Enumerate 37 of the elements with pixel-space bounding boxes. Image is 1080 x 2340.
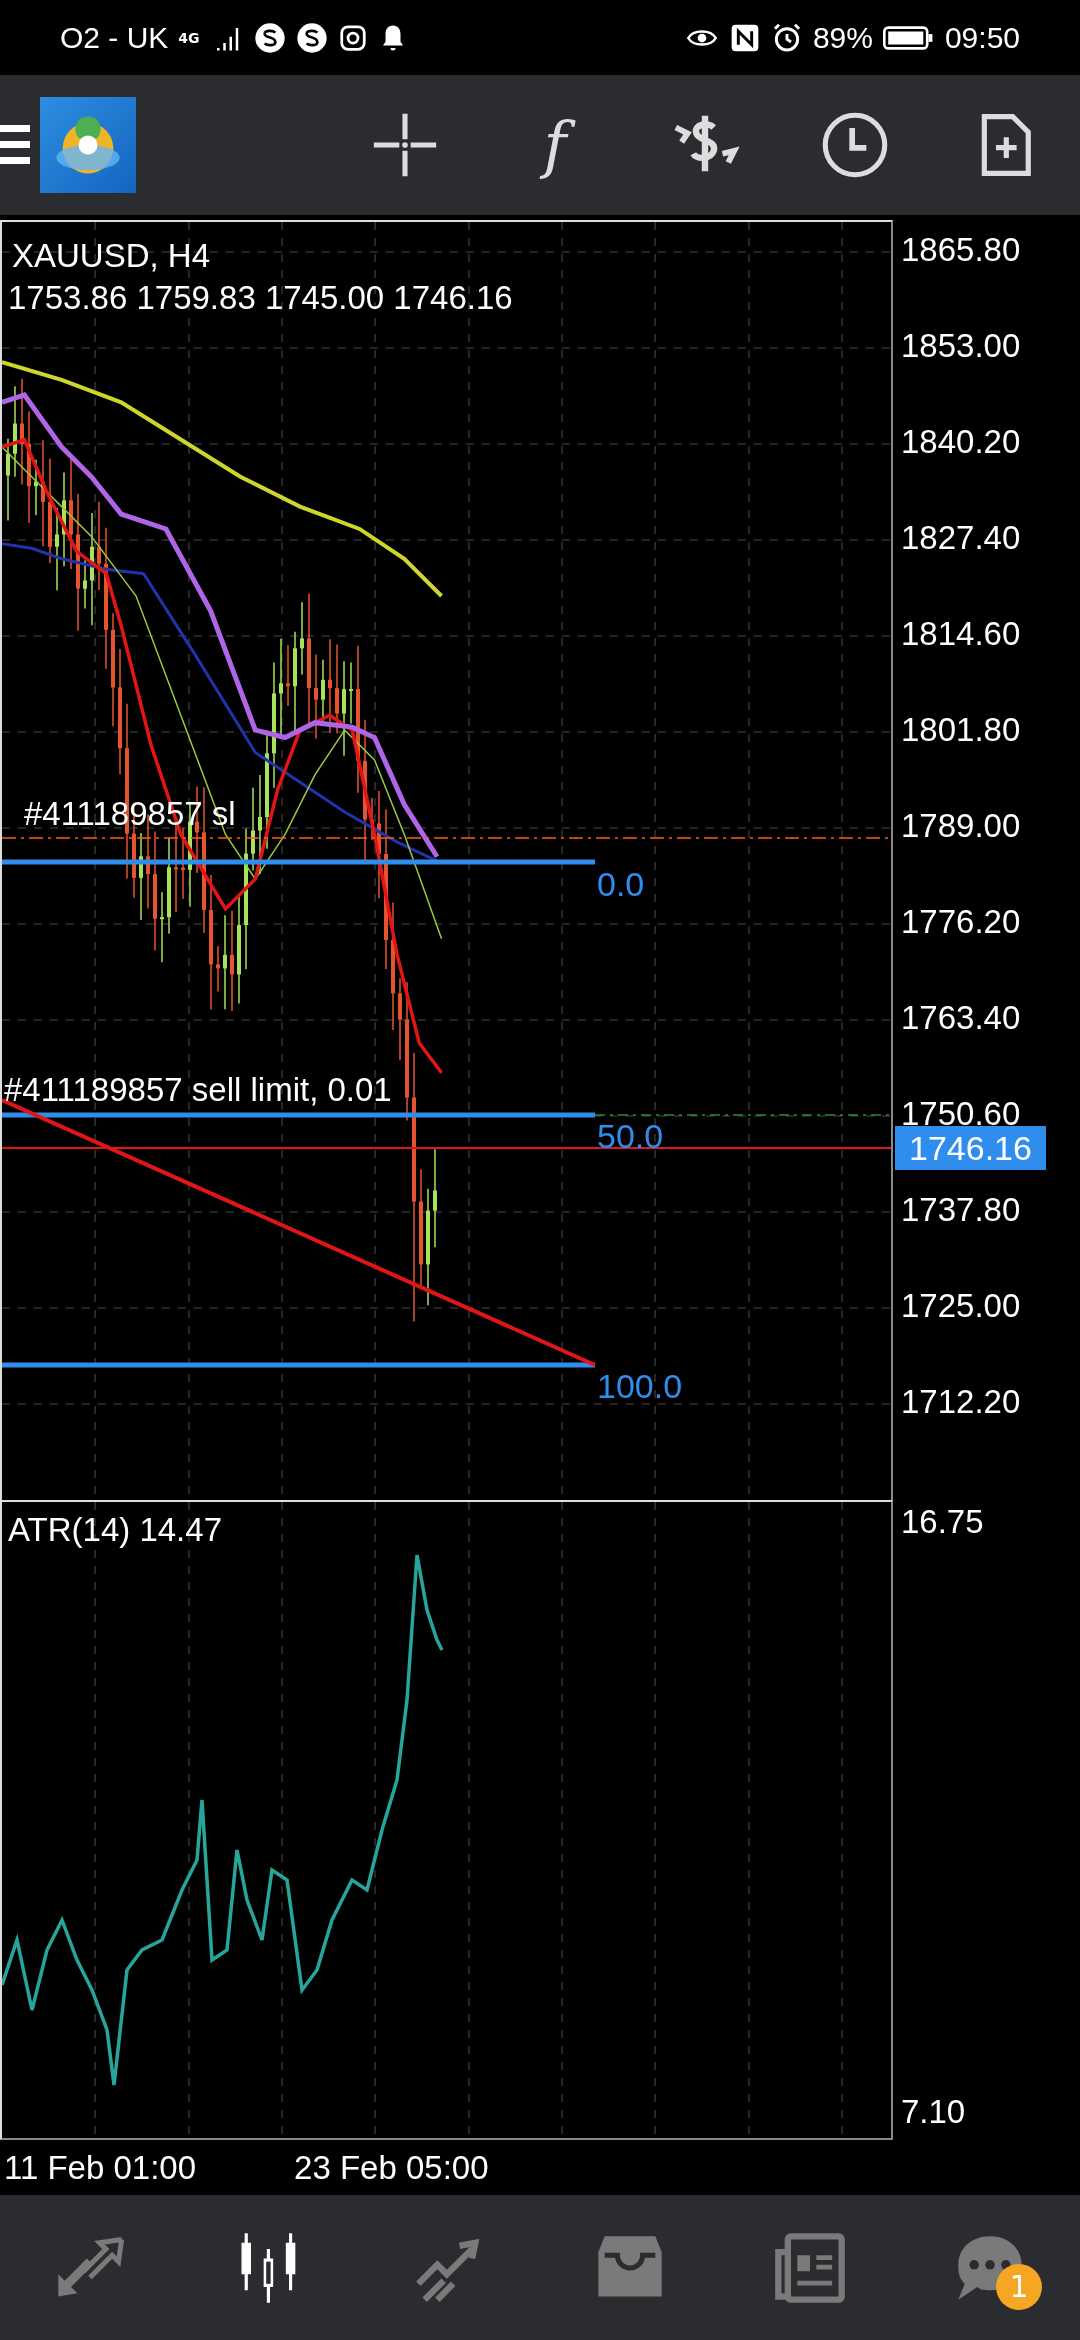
- fibonacci-level-label: 0.0: [597, 864, 645, 905]
- time-axis-label: 11 Feb 01:00: [4, 2148, 197, 2187]
- price-axis-label: 1725.00: [901, 1286, 1022, 1326]
- time-axis-label: 23 Feb 05:00: [294, 2148, 489, 2187]
- price-axis-label: 1763.40: [901, 998, 1022, 1038]
- symbol-label: XAUUSD, H4: [12, 236, 211, 276]
- network-type: 4G: [178, 30, 200, 45]
- fibonacci-level-label: 100.0: [597, 1366, 683, 1407]
- notification-badge: 1: [996, 2263, 1042, 2310]
- price-axis-label: 1865.80: [901, 230, 1022, 270]
- price-axis-label: 1814.60: [901, 614, 1022, 654]
- price-axis-label: 1712.20: [901, 1382, 1022, 1422]
- price-axis-label: 1827.40: [901, 518, 1022, 558]
- price-axis-label: 1853.00: [901, 326, 1022, 366]
- clock-time: 09:50: [944, 20, 1020, 55]
- app-s-icon: [295, 21, 328, 54]
- battery-percent: 89%: [812, 20, 873, 55]
- app-s-icon: [253, 21, 286, 54]
- crosshair-icon: [371, 111, 439, 179]
- price-axis-label: 1776.20: [901, 902, 1022, 942]
- indicator-label: ATR(14) 14.47: [8, 1510, 222, 1550]
- app-logo[interactable]: [40, 97, 136, 193]
- price-axis-label: 1789.00: [901, 806, 1022, 846]
- menu-icon[interactable]: [0, 123, 30, 167]
- newspaper-icon: [772, 2232, 848, 2303]
- order-label: #411189857 sell limit, 0.01: [4, 1070, 392, 1110]
- ohlc-values: 1753.86 1759.83 1745.00 1746.16: [8, 278, 513, 318]
- price-axis-label: 1840.20: [901, 422, 1022, 462]
- price-axis-label: 1801.80: [901, 710, 1022, 750]
- indicator-axis-label: 7.10: [901, 2092, 967, 2132]
- fibonacci-level-label: 50.0: [597, 1116, 664, 1157]
- indicator-axis-label: 16.75: [901, 1502, 985, 1542]
- camera-icon: [337, 22, 368, 53]
- price-axis-label: 1737.80: [901, 1190, 1022, 1230]
- current-price-tag: 1746.16: [895, 1126, 1046, 1170]
- carrier-name: O2 - UK: [60, 20, 169, 55]
- clock-icon: [821, 111, 889, 179]
